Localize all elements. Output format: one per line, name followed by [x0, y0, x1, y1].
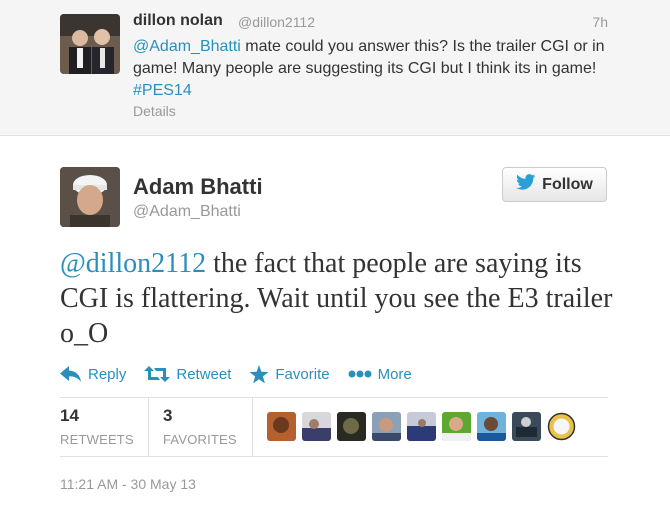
engager-avatar[interactable]	[512, 412, 541, 441]
parent-tweet[interactable]: dillon nolan @dillon2112 7h @Adam_Bhatti…	[0, 0, 670, 136]
retweet-icon	[144, 366, 171, 382]
parent-author-handle[interactable]: @dillon2112	[238, 14, 315, 30]
engager-avatars	[267, 412, 576, 441]
more-label: More	[377, 365, 412, 383]
hashtag-link[interactable]: #PES14	[133, 82, 192, 99]
retweets-stat[interactable]: 14 RETWEETS	[60, 406, 134, 447]
engager-avatar[interactable]	[547, 412, 576, 441]
more-dots-icon	[348, 370, 372, 378]
main-author-handle[interactable]: @Adam_Bhatti	[133, 203, 241, 221]
parent-mention-link[interactable]: @Adam_Bhatti	[133, 38, 241, 55]
follow-button[interactable]: Follow	[502, 167, 607, 202]
reply-button[interactable]: Reply	[60, 366, 126, 383]
main-avatar[interactable]	[60, 167, 120, 227]
divider	[60, 456, 608, 457]
favorites-label: FAVORITES	[163, 432, 237, 447]
retweet-label: Retweet	[176, 365, 232, 383]
favorites-count: 3	[163, 406, 173, 425]
engager-avatar[interactable]	[302, 412, 331, 441]
engager-avatar[interactable]	[442, 412, 471, 441]
engager-avatar[interactable]	[337, 412, 366, 441]
favorites-stat[interactable]: 3 FAVORITES	[163, 406, 237, 447]
star-icon	[249, 364, 269, 384]
parent-author-name[interactable]: dillon nolan	[133, 12, 223, 30]
engager-avatar[interactable]	[477, 412, 506, 441]
stat-divider	[252, 398, 253, 456]
tweet-timestamp[interactable]: 11:21 AM - 30 May 13	[60, 476, 196, 492]
parent-tweet-time[interactable]: 7h	[592, 14, 608, 30]
main-tweet-text: @dillon2112 the fact that people are say…	[60, 246, 620, 351]
details-link[interactable]: Details	[133, 103, 176, 119]
tweet-actions: Reply Retweet Favorite More	[60, 362, 430, 386]
stat-divider	[148, 398, 149, 456]
retweet-button[interactable]: Retweet	[144, 366, 231, 383]
follow-label: Follow	[542, 175, 593, 193]
reply-icon	[60, 366, 82, 382]
main-author-name[interactable]: Adam Bhatti	[133, 174, 263, 200]
retweets-label: RETWEETS	[60, 432, 134, 447]
divider	[60, 397, 608, 398]
engager-avatar[interactable]	[407, 412, 436, 441]
favorite-button[interactable]: Favorite	[249, 364, 330, 384]
more-button[interactable]: More	[348, 366, 412, 383]
twitter-bird-icon	[516, 174, 536, 195]
engager-avatar[interactable]	[372, 412, 401, 441]
retweets-count: 14	[60, 406, 79, 425]
engager-avatar[interactable]	[267, 412, 296, 441]
main-mention-link[interactable]: @dillon2112	[60, 248, 206, 279]
favorite-label: Favorite	[275, 365, 330, 383]
parent-avatar[interactable]	[60, 14, 120, 74]
reply-label: Reply	[88, 365, 127, 383]
parent-tweet-text: @Adam_Bhatti mate could you answer this?…	[133, 36, 613, 102]
